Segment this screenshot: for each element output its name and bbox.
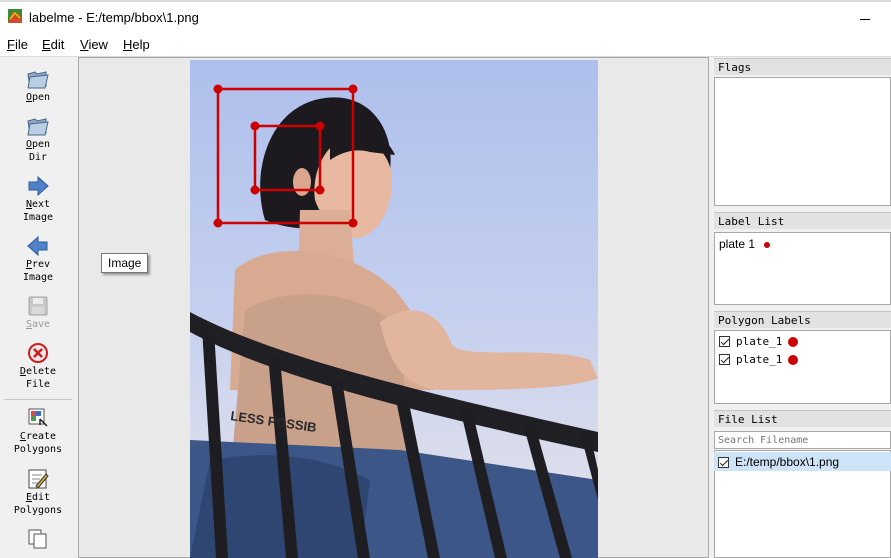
window-title: labelme - E:/temp/bbox\1.png: [29, 10, 199, 25]
folder-open-icon: [27, 118, 49, 136]
create-polygon-icon: [28, 408, 48, 427]
labelme-app-icon: [8, 9, 22, 23]
tool-bar: Open Open Dir Next Image Prev Image Save: [0, 57, 76, 558]
image-canvas[interactable]: LESS POSSIB: [190, 60, 598, 558]
list-item[interactable]: E:/temp/bbox\1.png: [718, 455, 839, 469]
list-item[interactable]: plate_1: [719, 335, 799, 348]
checkbox[interactable]: [719, 354, 730, 365]
flags-header: Flags: [714, 58, 891, 75]
flags-list[interactable]: [714, 77, 891, 206]
prev-image-button[interactable]: Prev Image: [0, 234, 76, 284]
open-dir-button[interactable]: Open Dir: [0, 114, 76, 164]
search-filename-input[interactable]: [714, 431, 891, 449]
duplicate-polygons-button[interactable]: [0, 527, 76, 551]
file-list-item[interactable]: E:/temp/bbox\1.png: [714, 452, 891, 471]
next-image-label: Next Image: [22, 199, 54, 223]
open-dir-label: Open Dir: [25, 139, 51, 163]
save-icon: [28, 296, 48, 316]
prev-image-label: Prev Image: [22, 259, 54, 283]
save-label: Save: [25, 319, 51, 330]
menu-bar: File Edit View Help: [0, 33, 891, 56]
file-path: E:/temp/bbox\1.png: [735, 455, 840, 469]
polygon-labels-header: Polygon Labels: [714, 311, 891, 328]
delete-file-button[interactable]: Delete File: [0, 341, 76, 391]
checkbox[interactable]: [718, 457, 729, 468]
title-bar: labelme - E:/temp/bbox\1.png: [0, 2, 891, 33]
edit-polygons-label: Edit Polygons: [13, 492, 63, 516]
folder-open-icon: [27, 71, 49, 89]
edit-polygons-button[interactable]: Edit Polygons: [0, 467, 76, 517]
menu-file[interactable]: File: [7, 37, 28, 52]
label-color-dot: [764, 241, 771, 248]
arrow-right-icon: [28, 175, 49, 197]
label-list-header: Label List: [714, 212, 891, 229]
tooltip: Image: [101, 253, 149, 273]
menu-edit[interactable]: Edit: [42, 37, 64, 52]
list-item[interactable]: plate 1: [719, 237, 771, 251]
edit-polygon-icon: [28, 469, 49, 489]
save-button[interactable]: Save: [0, 294, 76, 331]
arrow-left-icon: [27, 235, 48, 257]
polygon-color-dot: [788, 355, 799, 365]
polygon-color-dot: [788, 337, 799, 347]
minimize-button[interactable]: [856, 10, 876, 26]
polygon-label-text: plate_1: [736, 335, 783, 348]
menu-view[interactable]: View: [80, 37, 108, 52]
next-image-button[interactable]: Next Image: [0, 174, 76, 224]
toolbar-divider: [4, 399, 72, 400]
open-label: Open: [25, 92, 51, 103]
checkbox[interactable]: [719, 336, 730, 347]
delete-file-label: Delete File: [19, 366, 57, 390]
create-polygons-label: Create Polygons: [13, 431, 63, 455]
polygon-labels-list[interactable]: plate_1 plate_1: [714, 330, 891, 404]
create-polygons-button[interactable]: Create Polygons: [0, 406, 76, 456]
open-button[interactable]: Open: [0, 67, 76, 104]
duplicate-icon: [28, 529, 47, 549]
polygon-label-text: plate_1: [736, 353, 783, 366]
delete-icon: [28, 343, 48, 363]
menu-help[interactable]: Help: [123, 37, 150, 52]
list-item[interactable]: plate_1: [719, 353, 799, 366]
file-list-header: File List: [714, 410, 891, 427]
label-list[interactable]: plate 1: [714, 232, 891, 305]
label-text: plate 1: [719, 237, 756, 251]
